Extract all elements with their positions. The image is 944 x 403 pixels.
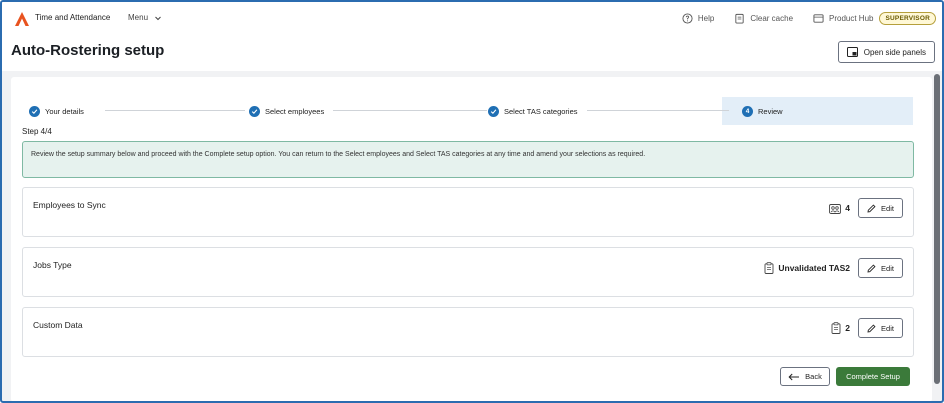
open-side-panels-button[interactable]: Open side panels: [837, 41, 935, 63]
clear-cache-icon: [735, 13, 744, 24]
help-label: Help: [697, 13, 715, 23]
complete-label: Complete Setup: [846, 372, 900, 381]
step-select-tas-categories[interactable]: Select TAS categories: [488, 97, 578, 125]
section-value: 4: [845, 203, 850, 213]
section-value: 2: [845, 323, 850, 333]
product-hub-label: Product Hub: [829, 13, 874, 23]
pencil-icon: [867, 203, 876, 213]
app-window: Time and Attendance Menu Help Clear cach…: [0, 0, 944, 403]
step-connector: [587, 110, 729, 111]
pencil-icon: [867, 323, 876, 333]
check-icon: [249, 105, 260, 117]
section-custom-data: Custom Data 2 Edit: [22, 307, 914, 357]
info-message: Review the setup summary below and proce…: [22, 141, 914, 178]
role-badge: SUPERVISOR: [879, 11, 936, 25]
menu-label: Menu: [128, 13, 149, 22]
back-button[interactable]: Back: [780, 367, 830, 386]
section-title: Employees to Sync: [33, 200, 106, 210]
open-side-panels-label: Open side panels: [863, 47, 926, 57]
step-connector: [333, 110, 487, 111]
edit-label: Edit: [881, 323, 894, 333]
edit-label: Edit: [881, 203, 894, 213]
edit-custom-data-button[interactable]: Edit: [858, 318, 903, 338]
step-label: Review: [758, 106, 783, 116]
help-icon: [682, 12, 693, 24]
step-label: Select TAS categories: [504, 106, 578, 116]
complete-setup-button[interactable]: Complete Setup: [836, 367, 910, 386]
step-connector: [105, 110, 245, 111]
step-select-employees[interactable]: Select employees: [249, 97, 324, 125]
check-icon: [29, 105, 40, 117]
clear-cache-label: Clear cache: [750, 13, 794, 23]
section-title: Custom Data: [33, 320, 83, 330]
edit-label: Edit: [881, 263, 894, 273]
side-panel-icon: [846, 47, 858, 57]
step-review[interactable]: 4 Review: [742, 97, 783, 125]
section-employees-to-sync: Employees to Sync 4 Edit: [22, 187, 914, 237]
app-title: Time and Attendance: [35, 13, 111, 22]
arrow-left-icon: [788, 373, 800, 380]
employees-icon: [829, 203, 842, 214]
product-hub-icon: [813, 13, 824, 23]
section-title: Jobs Type: [33, 260, 72, 270]
top-bar: Time and Attendance Menu Help Clear cach…: [2, 2, 942, 35]
page-header: Auto-Rostering setup Open side panels: [2, 35, 942, 71]
step-label: Your details: [45, 106, 84, 116]
edit-jobs-type-button[interactable]: Edit: [858, 258, 903, 278]
scrollbar[interactable]: [934, 74, 940, 384]
setup-card: Your details Select employees Select TAS…: [11, 77, 932, 401]
step-count: Step 4/4: [22, 127, 52, 136]
section-jobs-type: Jobs Type Unvalidated TAS2 Edit: [22, 247, 914, 297]
jobs-type-pill: Unvalidated TAS2: [760, 258, 854, 278]
menu-dropdown[interactable]: Menu: [128, 13, 162, 22]
app-logo-icon[interactable]: [14, 11, 30, 27]
clear-cache-link[interactable]: Clear cache: [734, 13, 793, 24]
back-label: Back: [805, 372, 822, 381]
clipboard-icon: [764, 262, 774, 274]
clipboard-icon: [831, 322, 841, 334]
step-label: Select employees: [265, 106, 325, 116]
page-title: Auto-Rostering setup: [11, 42, 165, 59]
product-hub-link[interactable]: Product Hub: [813, 13, 873, 24]
check-icon: [488, 105, 499, 117]
step-your-details[interactable]: Your details: [29, 97, 84, 125]
step-number: 4: [742, 105, 753, 117]
pencil-icon: [867, 263, 876, 273]
help-link[interactable]: Help: [682, 12, 715, 24]
chevron-down-icon: [155, 16, 161, 20]
employees-count-pill: 4: [825, 198, 854, 218]
edit-employees-button[interactable]: Edit: [858, 198, 903, 218]
section-value: Unvalidated TAS2: [778, 263, 850, 273]
stepper: Your details Select employees Select TAS…: [21, 97, 913, 125]
custom-data-pill: 2: [827, 318, 854, 338]
